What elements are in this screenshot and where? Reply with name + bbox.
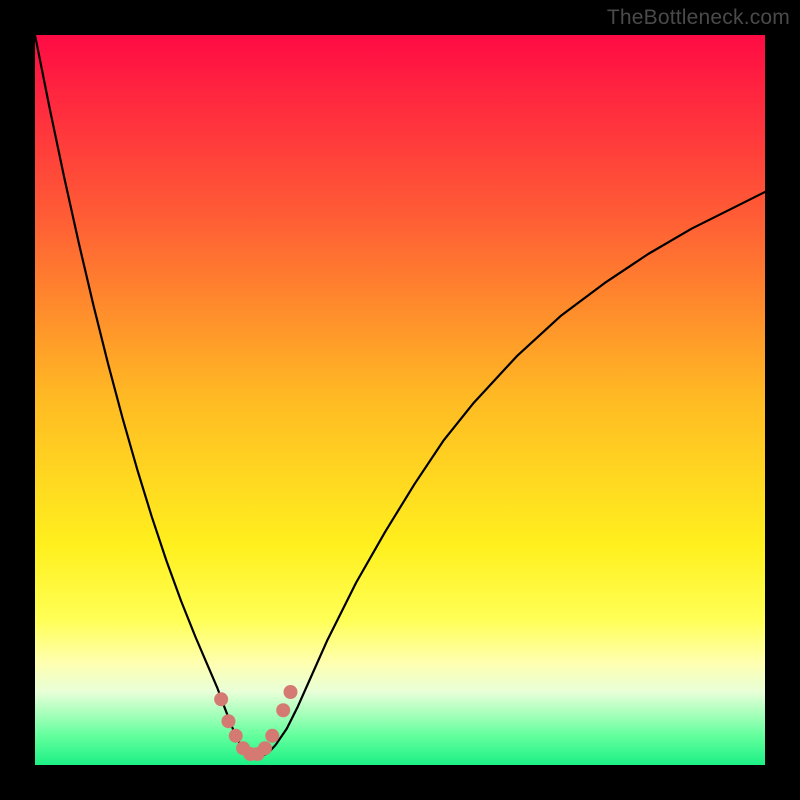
- marker-dot: [284, 685, 298, 699]
- marker-dot: [276, 703, 290, 717]
- marker-dot: [258, 741, 272, 755]
- plot-area: [35, 35, 765, 765]
- chart-frame: TheBottleneck.com: [0, 0, 800, 800]
- marker-dot: [214, 692, 228, 706]
- marker-dot: [265, 729, 279, 743]
- gradient-background: [35, 35, 765, 765]
- marker-dot: [221, 714, 235, 728]
- marker-dot: [229, 729, 243, 743]
- chart-svg: [35, 35, 765, 765]
- watermark-text: TheBottleneck.com: [607, 6, 790, 30]
